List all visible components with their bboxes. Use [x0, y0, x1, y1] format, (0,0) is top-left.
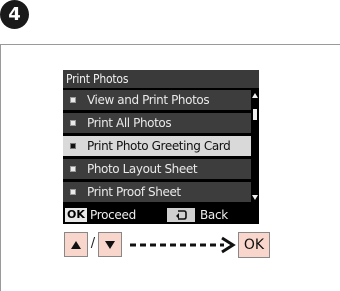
bullet-icon [70, 120, 76, 126]
bullet-icon [70, 143, 76, 149]
down-button[interactable] [98, 232, 122, 257]
ok-button[interactable]: OK [238, 232, 270, 258]
scroll-down-arrow-icon [252, 195, 258, 200]
menu-item-label: Print Photo Greeting Card [87, 139, 231, 153]
scrollbar-thumb[interactable] [253, 109, 257, 120]
menu-item-label: Print Proof Sheet [87, 185, 181, 199]
menu-item-label: Print All Photos [87, 116, 172, 130]
bullet-icon [70, 166, 76, 172]
frame-top-rule [0, 44, 340, 45]
step-number-badge: 4 [0, 0, 29, 29]
back-key-icon [167, 208, 195, 222]
dashed-arrow-icon [130, 236, 236, 254]
bullet-icon [70, 189, 76, 195]
triangle-down-icon [105, 240, 115, 249]
menu-item-print-all-photos[interactable]: Print All Photos [63, 113, 251, 133]
frame-left-rule [0, 44, 1, 291]
or-separator: / [90, 236, 96, 251]
menu-item-label: View and Print Photos [87, 93, 210, 107]
menu-item-label: Photo Layout Sheet [87, 162, 198, 176]
menu-item-photo-layout-sheet[interactable]: Photo Layout Sheet [63, 159, 251, 179]
ok-key-label: OK [65, 208, 87, 222]
scroll-up-arrow-icon [252, 93, 258, 98]
bullet-icon [70, 97, 76, 103]
menu-item-print-proof-sheet[interactable]: Print Proof Sheet [63, 182, 251, 202]
lcd-screen: Print Photos View and Print Photos Print… [63, 70, 259, 224]
back-label: Back [200, 208, 228, 222]
up-button[interactable] [64, 232, 88, 257]
menu-item-view-and-print-photos[interactable]: View and Print Photos [63, 90, 251, 110]
screen-title: Print Photos [63, 70, 259, 88]
menu-scrollbar[interactable] [252, 90, 259, 203]
triangle-up-icon [71, 240, 81, 249]
menu-item-print-photo-greeting-card[interactable]: Print Photo Greeting Card [63, 136, 251, 156]
screen-footer: OK Proceed Back [63, 206, 259, 224]
proceed-label: Proceed [90, 208, 136, 222]
